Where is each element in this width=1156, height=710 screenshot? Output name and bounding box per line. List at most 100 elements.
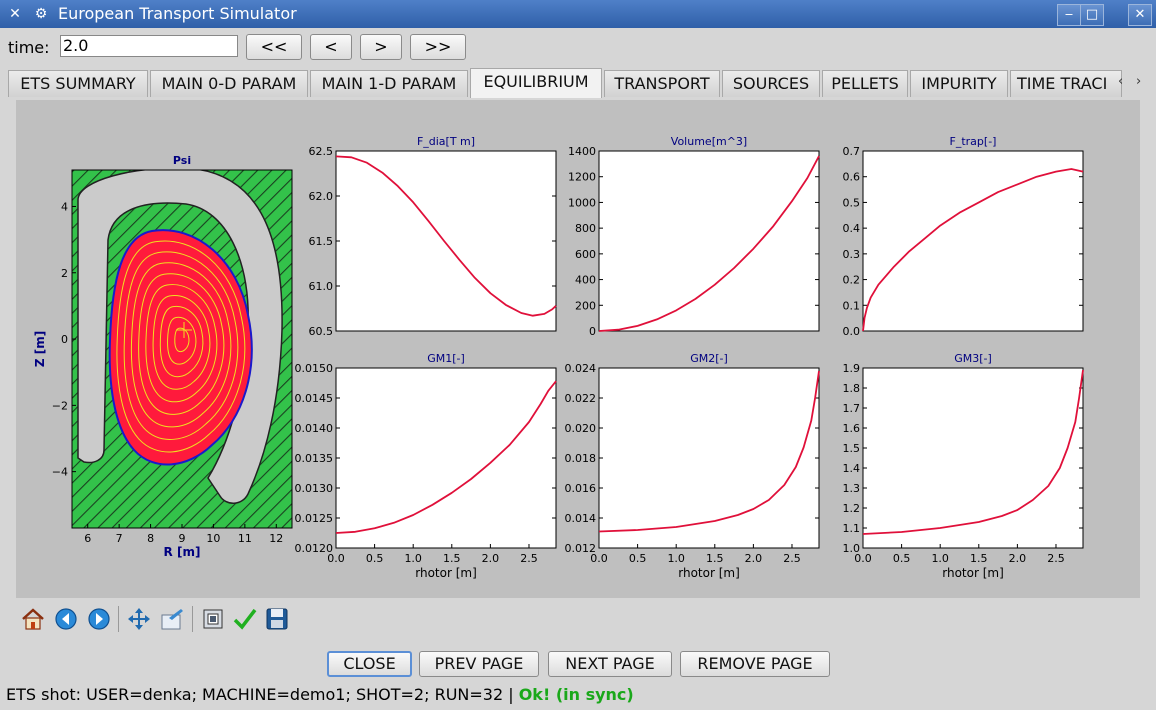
forward-icon[interactable]: [86, 606, 112, 632]
ytick-label: 200: [575, 299, 596, 312]
ytick-label: 0.2: [843, 274, 861, 287]
plot-toolbar: [16, 604, 316, 634]
xtick-label: 1.5: [443, 552, 461, 565]
xtick-label: 0.5: [366, 552, 384, 565]
next-page-button[interactable]: NEXT PAGE: [548, 651, 672, 677]
ytick-label: 60.5: [309, 325, 334, 338]
ytick-label: 1.1: [843, 522, 861, 535]
ytick-label: 0.0125: [295, 512, 334, 525]
bottom-button-bar: CLOSE PREV PAGE NEXT PAGE REMOVE PAGE: [0, 650, 1156, 678]
psi-ytick-label: 2: [61, 267, 68, 280]
tab-main-0d-param[interactable]: MAIN 0-D PARAM: [150, 70, 308, 97]
psi-xtick-label: 10: [206, 532, 220, 545]
plot-panel: Psi 6 7 8 9 10 11 12 4 2 0 −2 −4 R [m] Z [m] F_dia…: [16, 100, 1140, 598]
ytick-label: 1.3: [843, 482, 861, 495]
close-window-icon[interactable]: ✕: [1128, 4, 1152, 26]
check-icon[interactable]: [232, 606, 258, 632]
ytick-label: 0.5: [843, 196, 861, 209]
plot-title: Volume[m^3]: [671, 135, 747, 148]
xtick-label: 2.5: [1047, 552, 1065, 565]
prev-page-button[interactable]: PREV PAGE: [419, 651, 539, 677]
psi-xtick-label: 6: [84, 532, 91, 545]
figure-canvas: Psi 6 7 8 9 10 11 12 4 2 0 −2 −4 R [m] Z [m] F_dia…: [33, 135, 1084, 580]
psi-title: Psi: [173, 154, 191, 167]
ytick-label: 0.7: [843, 145, 861, 158]
ytick-label: 0.0: [843, 325, 861, 338]
sync-status: Ok! (in sync): [518, 685, 634, 704]
ytick-label: 0.020: [565, 422, 597, 435]
configure-subplots-icon[interactable]: [159, 606, 185, 632]
tab-time-traces[interactable]: TIME TRACI: [1010, 70, 1122, 97]
plot-title: GM3[-]: [954, 352, 992, 365]
ytick-label: 0.4: [843, 222, 861, 235]
ytick-label: 61.0: [309, 280, 334, 293]
home-icon[interactable]: [20, 606, 46, 632]
minimize-icon[interactable]: ‒: [1057, 4, 1081, 26]
psi-plot: Psi 6 7 8 9 10 11 12 4 2 0 −2 −4 R [m] Z [m]: [33, 154, 293, 559]
psi-ytick-label: −4: [52, 466, 68, 479]
ytick-label: 62.0: [309, 190, 334, 203]
ytick-label: 0.024: [565, 362, 597, 375]
window-menu-icon[interactable]: ⚙: [32, 5, 50, 23]
ytick-label: 800: [575, 222, 596, 235]
ytick-label: 61.5: [309, 235, 334, 248]
ytick-label: 1.5: [843, 442, 861, 455]
line-plot: Volume[m^3] 1400 1200 1000 800 600 400 200 0: [568, 135, 820, 338]
tab-scroll-left-icon[interactable]: ‹: [1118, 74, 1123, 89]
line-plot: GM2[-] 0.024 0.022 0.020 0.018 0.016 0.014 0.0 1…: [565, 352, 820, 580]
tab-impurity[interactable]: IMPURITY: [910, 70, 1008, 97]
xtick-label: 1.0: [931, 552, 949, 565]
last-time-button[interactable]: >>: [410, 34, 466, 60]
line-plot: GM3[-] 1.9 1.8 1.7 1.6 1.5 1.4 1.3 1.2 1.1 1.0 0.0 0…: [843, 352, 1084, 580]
tab-ets-summary[interactable]: ETS SUMMARY: [8, 70, 148, 97]
psi-ytick-label: −2: [52, 399, 68, 412]
remove-page-button[interactable]: REMOVE PAGE: [680, 651, 830, 677]
plot-title: GM1[-]: [427, 352, 465, 365]
ytick-label: 0.0145: [295, 392, 334, 405]
pan-icon[interactable]: [126, 606, 152, 632]
maximize-icon[interactable]: □: [1080, 4, 1104, 26]
ytick-label: 1.6: [843, 422, 861, 435]
tab-scroll-right-icon[interactable]: ›: [1136, 74, 1141, 89]
xtick-label: 1.5: [706, 552, 724, 565]
xtick-label: 1.5: [970, 552, 988, 565]
time-bar: time: 2.0 << < > >>: [0, 30, 1156, 62]
prev-time-button[interactable]: <: [310, 34, 352, 60]
xtick-label: 0.0: [590, 552, 608, 565]
ytick-label: 1.4: [843, 462, 861, 475]
plot-title: GM2[-]: [690, 352, 728, 365]
xtick-label: 2.5: [783, 552, 801, 565]
ytick-label: 0.0140: [295, 422, 334, 435]
status-bar: ETS shot: USER=denka; MACHINE=demo1; SHO…: [6, 685, 634, 704]
xtick-label: 1.0: [404, 552, 422, 565]
tab-pellets[interactable]: PELLETS: [822, 70, 908, 97]
tab-transport[interactable]: TRANSPORT: [604, 70, 720, 97]
xtick-label: 2.5: [520, 552, 538, 565]
back-icon[interactable]: [53, 606, 79, 632]
tab-equilibrium[interactable]: EQUILIBRIUM: [470, 68, 602, 98]
time-input[interactable]: 2.0: [60, 35, 238, 57]
ytick-label: 0: [589, 325, 596, 338]
ytick-label: 1200: [568, 171, 596, 184]
tab-sources[interactable]: SOURCES: [722, 70, 820, 97]
first-time-button[interactable]: <<: [246, 34, 302, 60]
ytick-label: 1.8: [843, 382, 861, 395]
tab-main-1d-param[interactable]: MAIN 1-D PARAM: [310, 70, 468, 97]
psi-xtick-label: 8: [147, 532, 154, 545]
ytick-label: 0.014: [565, 512, 597, 525]
next-time-button[interactable]: >: [360, 34, 402, 60]
psi-ytick-label: 4: [61, 200, 68, 213]
psi-xtick-label: 9: [179, 532, 186, 545]
ytick-label: 62.5: [309, 145, 334, 158]
floppy-disk-icon[interactable]: [264, 606, 290, 632]
xtick-label: 0.0: [327, 552, 345, 565]
plot-xlabel: rhotor [m]: [942, 566, 1004, 580]
psi-ylabel: Z [m]: [33, 331, 47, 367]
close-button[interactable]: CLOSE: [327, 651, 412, 677]
plot-xlabel: rhotor [m]: [415, 566, 477, 580]
save-figure-icon[interactable]: [200, 606, 226, 632]
window-titlebar: ✕ ⚙ European Transport Simulator ‒ □ ✕: [0, 0, 1156, 28]
ytick-label: 0.0150: [295, 362, 334, 375]
xtick-label: 0.0: [854, 552, 872, 565]
xtick-label: 0.5: [893, 552, 911, 565]
